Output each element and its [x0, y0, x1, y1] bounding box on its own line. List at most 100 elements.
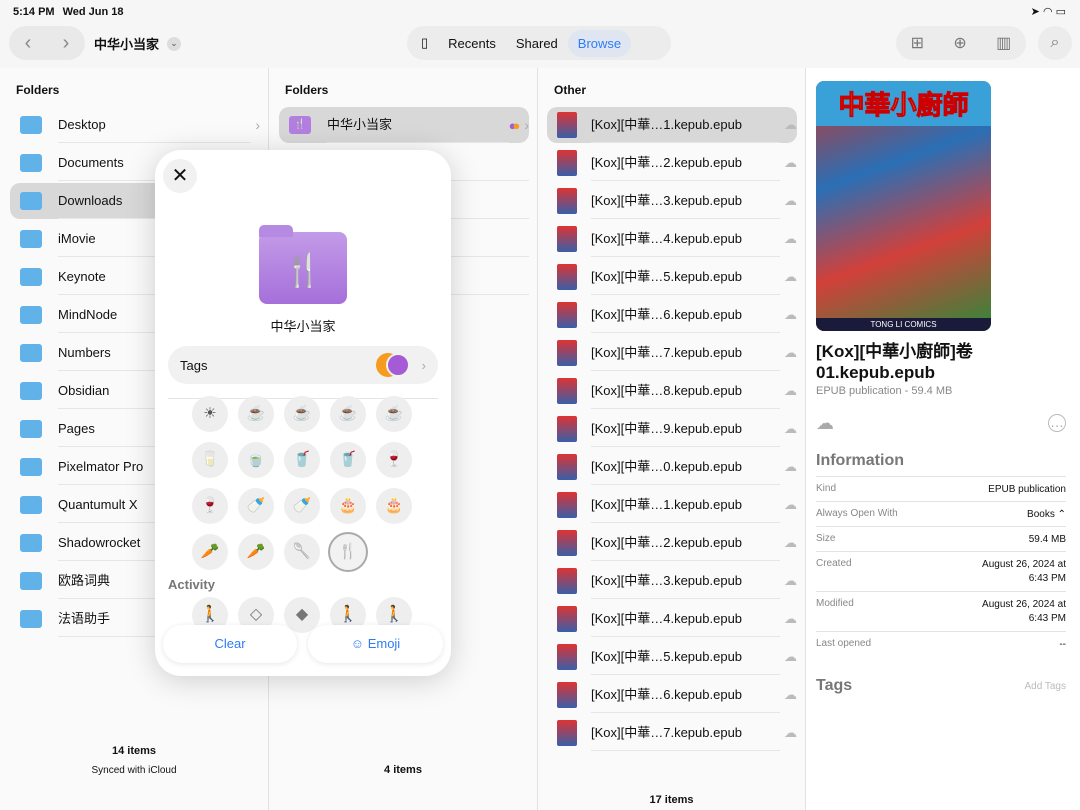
- cloud-download-icon[interactable]: ☁: [784, 535, 797, 551]
- symbol-icon[interactable]: 🎂: [330, 488, 366, 524]
- file-row[interactable]: [Kox][中華…1.kepub.epub ☁: [547, 487, 797, 523]
- search-button[interactable]: ⌕: [1038, 26, 1072, 60]
- cloud-download-icon[interactable]: ☁: [784, 155, 797, 171]
- file-row[interactable]: [Kox][中華…5.kepub.epub ☁: [547, 259, 797, 295]
- cloud-download-icon[interactable]: ☁: [784, 573, 797, 589]
- list-item[interactable]: 🍴 中华小当家 ●● ›: [279, 107, 529, 143]
- file-row[interactable]: [Kox][中華…5.kepub.epub ☁: [547, 639, 797, 675]
- add-tags-button[interactable]: Add Tags: [1024, 681, 1066, 692]
- cloud-download-icon[interactable]: ☁: [784, 193, 797, 209]
- symbol-icon[interactable]: 🥕: [192, 534, 228, 570]
- file-row[interactable]: [Kox][中華…0.kepub.epub ☁: [547, 449, 797, 485]
- cloud-download-icon[interactable]: ☁: [784, 269, 797, 285]
- file-row[interactable]: [Kox][中華…7.kepub.epub ☁: [547, 715, 797, 751]
- symbol-icon[interactable]: 🥤: [330, 442, 366, 478]
- cloud-download-icon[interactable]: ☁: [784, 383, 797, 399]
- symbol-icon[interactable]: 🥤: [284, 442, 320, 478]
- detail-panel: 中華小廚師 TONG LI COMICS [Kox][中華小廚師]卷01.kepu…: [806, 68, 1080, 810]
- epub-thumbnail: [557, 682, 577, 708]
- tags-header: Tags: [816, 677, 853, 694]
- symbol-icon[interactable]: 🍴: [328, 532, 368, 572]
- close-button[interactable]: ✕: [163, 159, 197, 193]
- clear-button[interactable]: Clear: [163, 625, 297, 663]
- emoji-icon: ☺: [350, 636, 368, 651]
- cloud-download-icon[interactable]: ☁: [784, 611, 797, 627]
- file-row[interactable]: [Kox][中華…1.kepub.epub ☁: [547, 107, 797, 143]
- file-row[interactable]: [Kox][中華…3.kepub.epub ☁: [547, 183, 797, 219]
- symbol-icon[interactable]: 🍼: [284, 488, 320, 524]
- breadcrumb[interactable]: 中华小当家 ⌄: [94, 34, 182, 53]
- grid-view-icon[interactable]: ⊞: [911, 33, 924, 53]
- folder-icon: [20, 534, 42, 552]
- symbol-icon[interactable]: 🥕: [238, 534, 274, 570]
- symbol-icon[interactable]: ☕: [376, 396, 412, 432]
- cloud-download-icon[interactable]: ☁: [784, 687, 797, 703]
- file-row[interactable]: [Kox][中華…4.kepub.epub ☁: [547, 601, 797, 637]
- file-name: [Kox][中華…0.kepub.epub: [591, 449, 780, 485]
- file-row[interactable]: [Kox][中華…7.kepub.epub ☁: [547, 335, 797, 371]
- symbol-icon[interactable]: 🍷: [376, 442, 412, 478]
- columns-view-icon[interactable]: ▥: [996, 33, 1011, 53]
- file-row[interactable]: [Kox][中華…3.kepub.epub ☁: [547, 563, 797, 599]
- symbol-icon[interactable]: 🥄: [284, 534, 320, 570]
- tab-recents[interactable]: Recents: [438, 30, 506, 57]
- forward-button[interactable]: ›: [63, 32, 70, 55]
- file-row[interactable]: [Kox][中華…4.kepub.epub ☁: [547, 221, 797, 257]
- folder-icon: 🍴: [259, 225, 347, 304]
- file-row[interactable]: [Kox][中華…2.kepub.epub ☁: [547, 145, 797, 181]
- cloud-download-icon[interactable]: ☁: [784, 307, 797, 323]
- epub-thumbnail: [557, 264, 577, 290]
- sidebar-item[interactable]: Desktop ›: [10, 107, 260, 143]
- file-row[interactable]: [Kox][中華…6.kepub.epub ☁: [547, 297, 797, 333]
- new-folder-icon[interactable]: ⊕: [953, 33, 966, 53]
- info-value: August 26, 2024 at 6:43 PM: [982, 559, 1066, 584]
- emoji-button[interactable]: ☺ Emoji: [308, 625, 443, 663]
- tab-shared[interactable]: Shared: [506, 30, 568, 57]
- symbol-icon[interactable]: 🎂: [376, 488, 412, 524]
- file-name: [Kox][中華…4.kepub.epub: [591, 221, 780, 257]
- symbol-icon[interactable]: ☀: [192, 396, 228, 432]
- symbol-icon[interactable]: 🥛: [192, 442, 228, 478]
- file-row[interactable]: [Kox][中華…9.kepub.epub ☁: [547, 411, 797, 447]
- folder-icon: [20, 458, 42, 476]
- cloud-download-icon[interactable]: ☁: [784, 231, 797, 247]
- file-row[interactable]: [Kox][中華…2.kepub.epub ☁: [547, 525, 797, 561]
- cloud-download-icon[interactable]: ☁: [784, 459, 797, 475]
- file-name: [Kox][中華…6.kepub.epub: [591, 297, 780, 333]
- info-row: Created August 26, 2024 at 6:43 PM: [816, 551, 1066, 591]
- cloud-download-icon[interactable]: ☁: [784, 345, 797, 361]
- file-title: [Kox][中華小廚師]卷01.kepub.epub: [816, 342, 973, 382]
- symbol-icon[interactable]: 🍼: [238, 488, 274, 524]
- item-count: 14 items: [111, 745, 157, 757]
- symbol-icon[interactable]: ☕: [284, 396, 320, 432]
- chevron-down-icon: ⌄: [167, 36, 182, 51]
- cloud-download-icon[interactable]: ☁: [784, 497, 797, 513]
- folder-icon: [20, 610, 42, 628]
- cloud-download-icon[interactable]: ☁: [784, 725, 797, 741]
- cloud-download-icon[interactable]: ☁: [784, 117, 797, 133]
- file-row[interactable]: [Kox][中華…6.kepub.epub ☁: [547, 677, 797, 713]
- status-bar: 5:14 PM Wed Jun 18: [13, 6, 132, 18]
- epub-thumbnail: [557, 530, 577, 556]
- cloud-download-icon[interactable]: ☁: [784, 421, 797, 437]
- epub-thumbnail: [557, 226, 577, 252]
- symbol-icon[interactable]: ☕: [330, 396, 366, 432]
- info-value: August 26, 2024 at 6:43 PM: [982, 599, 1066, 624]
- more-icon[interactable]: …: [1048, 414, 1066, 432]
- breadcrumb-title: 中华小当家: [94, 37, 160, 52]
- activity-symbol-icon[interactable]: ◆: [284, 597, 320, 633]
- folder-icon: [20, 344, 42, 362]
- tags-row[interactable]: Tags ›: [168, 346, 438, 384]
- epub-thumbnail: [557, 112, 577, 138]
- chevron-right-icon: ›: [421, 357, 426, 373]
- back-button[interactable]: ‹: [25, 32, 32, 55]
- symbol-icon[interactable]: 🍵: [238, 442, 274, 478]
- cloud-download-icon[interactable]: ☁: [784, 649, 797, 665]
- tab-browse[interactable]: Browse: [567, 29, 632, 57]
- symbol-icon[interactable]: ☕: [238, 396, 274, 432]
- date: Wed Jun 18: [62, 6, 124, 18]
- file-row[interactable]: [Kox][中華…8.kepub.epub ☁: [547, 373, 797, 409]
- symbol-icon[interactable]: 🍷: [192, 488, 228, 524]
- sidebar-toggle-icon[interactable]: ▯: [411, 29, 438, 57]
- download-icon[interactable]: ☁: [816, 413, 834, 434]
